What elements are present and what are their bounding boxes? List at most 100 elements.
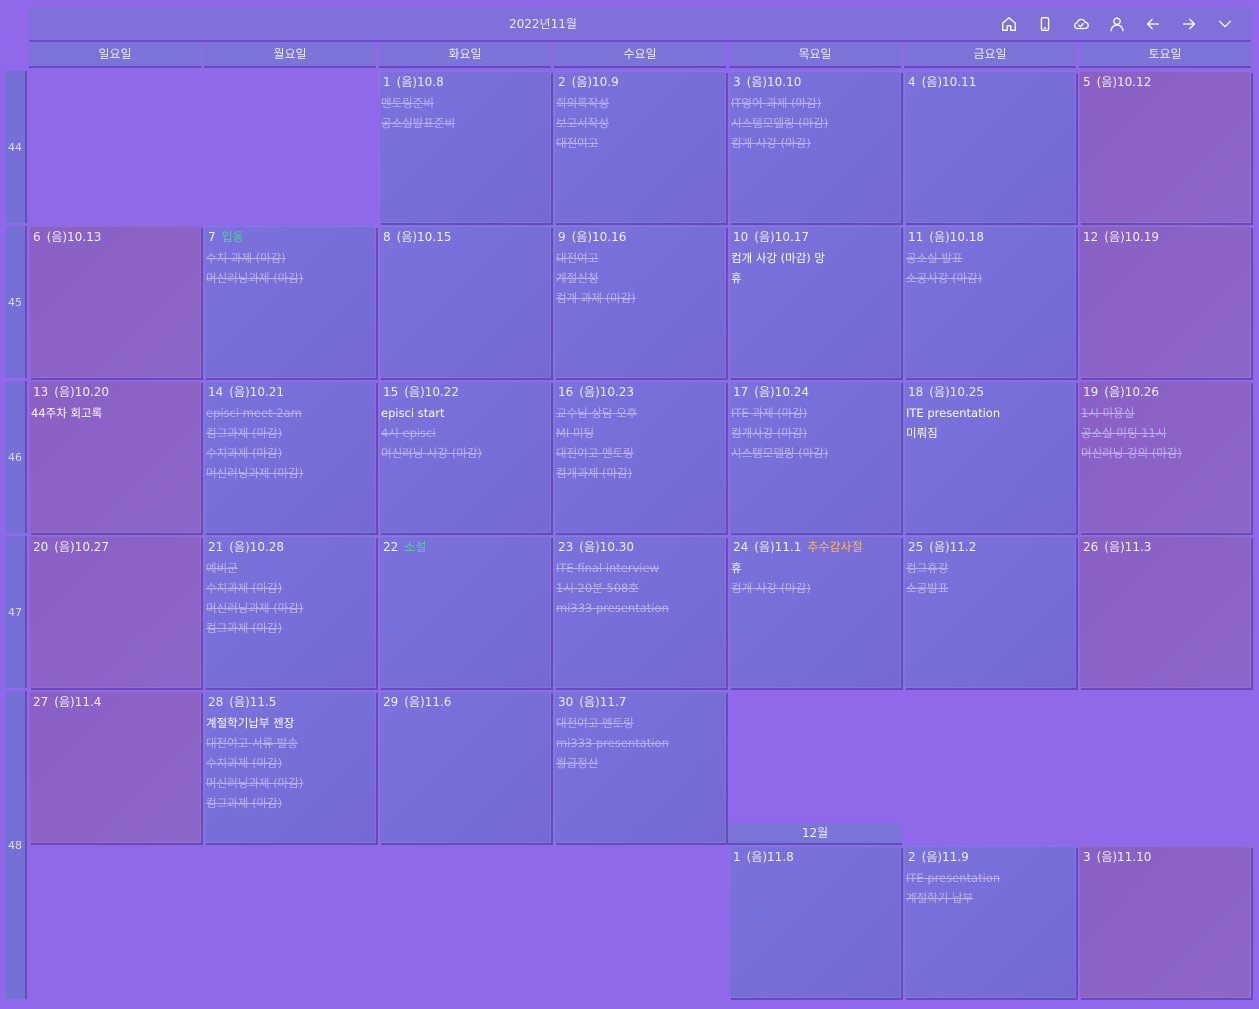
day-cell[interactable]: 12 (음)10.19 [1079, 226, 1251, 378]
event-item[interactable]: 공소실 미팅 11시 [1081, 423, 1249, 443]
day-cell[interactable]: 4 (음)10.11 [904, 71, 1076, 223]
day-cell[interactable]: 6 (음)10.13 [29, 226, 201, 378]
event-item[interactable]: 대전여고 멘토링 [556, 713, 724, 733]
previous-month-button[interactable] [1135, 12, 1171, 36]
event-item[interactable]: 컴개 사강 (마감) [731, 133, 899, 153]
event-item[interactable]: 멘토링준비 [381, 93, 549, 113]
event-item[interactable]: 수치과제 (마감) [206, 578, 374, 598]
event-item[interactable]: 4시 episci [381, 423, 549, 443]
event-item[interactable]: 컴그휴강 [906, 558, 1074, 578]
day-cell[interactable]: 21 (음)10.28 예비군 수치과제 (마감) 머신러닝과제 (마감) 컴그과제 (마… [204, 536, 376, 688]
event-item[interactable]: 머신러닝과제 (마감) [206, 598, 374, 618]
event-item[interactable]: 휴 [731, 268, 899, 288]
event-item[interactable]: 머신러닝과제 (마감) [206, 463, 374, 483]
day-cell[interactable]: 25 (음)11.2 컴그휴강 소공발표 [904, 536, 1076, 688]
event-item[interactable]: 소공발표 [906, 578, 1074, 598]
event-item[interactable]: 컴그과제 (마감) [206, 423, 374, 443]
day-cell[interactable]: 16 (음)10.23 교수님 상담 오후 MI 미팅 대전여고 멘토링 컴개과제 (마감… [554, 381, 726, 533]
event-item[interactable]: ITE final interview [556, 558, 724, 578]
event-item[interactable]: mi333 presentation [556, 733, 724, 753]
day-cell[interactable]: 14 (음)10.21 episci meet 2am 컴그과제 (마감) 수치과제 (… [204, 381, 376, 533]
next-month-button[interactable] [1171, 12, 1207, 36]
day-cell[interactable]: 2 (음)11.9 ITE presentation 계절학기 납부 [904, 846, 1076, 998]
day-cell[interactable]: 3 (음)11.10 [1079, 846, 1251, 998]
day-cell[interactable]: 2 (음)10.9 회의록작성 보고서작성 대전여고 [554, 71, 726, 223]
event-item[interactable]: 대전여고 서류 발송 [206, 733, 374, 753]
event-item[interactable]: 컴개 사강 (마감) [731, 578, 899, 598]
day-cell[interactable]: 7 입동 수치 과제 (마감) 머신러닝과제 (마감) [204, 226, 376, 378]
event-item[interactable]: 머신러닝 강의 (마감) [1081, 443, 1249, 463]
sync-button[interactable] [1063, 12, 1099, 36]
week-number[interactable]: 47 [5, 536, 25, 688]
account-button[interactable] [1099, 12, 1135, 36]
event-item[interactable]: episci start [381, 403, 549, 423]
day-cell[interactable]: 18 (음)10.25 ITE presentation 미뤄짐 [904, 381, 1076, 533]
event-item[interactable]: 수치과제 (마감) [206, 753, 374, 773]
event-item[interactable]: ITE presentation [906, 403, 1074, 423]
event-item[interactable]: 대전여고 [556, 133, 724, 153]
event-item[interactable]: 컴개 사강 (마감) 망 [731, 248, 899, 268]
event-item[interactable]: 컴그과제 (마감) [206, 618, 374, 638]
day-cell[interactable]: 28 (음)11.5 계절학기납부 젠장 대전여고 서류 발송 수치과제 (마감) 머신러… [204, 691, 376, 843]
day-cell[interactable]: 19 (음)10.26 1시 미용실 공소실 미팅 11시 머신러닝 강의 (마감) [1079, 381, 1251, 533]
event-item[interactable]: 1시 미용실 [1081, 403, 1249, 423]
event-item[interactable]: mi333 presentation [556, 598, 724, 618]
day-cell[interactable]: 20 (음)10.27 [29, 536, 201, 688]
event-item[interactable]: 공소실 발표 [906, 248, 1074, 268]
day-cell[interactable]: 8 (음)10.15 [379, 226, 551, 378]
day-cell[interactable]: 30 (음)11.7 대전여고 멘토링 mi333 presentation 월급정산 [554, 691, 726, 843]
event-item[interactable]: 미뤄짐 [906, 423, 1074, 443]
event-item[interactable]: 수치 과제 (마감) [206, 248, 374, 268]
event-item[interactable]: 계절학기 납부 [906, 888, 1074, 908]
event-item[interactable]: 회의록작성 [556, 93, 724, 113]
day-cell[interactable]: 1 (음)11.8 [729, 846, 901, 998]
event-item[interactable]: 보고서작성 [556, 113, 724, 133]
event-item[interactable]: 시스템모델링 (마감) [731, 113, 899, 133]
event-item[interactable]: 대전여고 멘토링 [556, 443, 724, 463]
event-item[interactable]: 대전여고 [556, 248, 724, 268]
week-number[interactable]: 48 [5, 691, 25, 999]
day-cell[interactable]: 9 (음)10.16 대전여고 계절신청 컴개 과제 (마감) [554, 226, 726, 378]
event-item[interactable]: 계절신청 [556, 268, 724, 288]
event-item[interactable]: 머신러닝 사강 (마감) [381, 443, 549, 463]
event-item[interactable]: 컴개과제 (마감) [556, 463, 724, 483]
day-cell[interactable]: 29 (음)11.6 [379, 691, 551, 843]
event-item[interactable]: 1시 20분 508호 [556, 578, 724, 598]
event-item[interactable]: ITE presentation [906, 868, 1074, 888]
day-cell[interactable]: 27 (음)11.4 [29, 691, 201, 843]
phone-button[interactable] [1027, 12, 1063, 36]
event-item[interactable]: 컴그과제 (마감) [206, 793, 374, 813]
event-item[interactable]: 휴 [731, 558, 899, 578]
event-item[interactable]: 머신러닝과제 (마감) [206, 268, 374, 288]
day-cell[interactable]: 24 (음)11.1 추수감사절 휴 컴개 사강 (마감) [729, 536, 901, 688]
week-number[interactable]: 44 [5, 71, 25, 223]
event-item[interactable]: 월급정산 [556, 753, 724, 773]
event-item[interactable]: 44주차 회고록 [31, 403, 199, 423]
day-cell[interactable]: 26 (음)11.3 [1079, 536, 1251, 688]
day-cell[interactable]: 3 (음)10.10 IT영어 과제 (마감) 시스템모델링 (마감) 컴개 사강 (마… [729, 71, 901, 223]
day-cell[interactable]: 11 (음)10.18 공소실 발표 소공사강 (마감) [904, 226, 1076, 378]
event-item[interactable]: 계절학기납부 젠장 [206, 713, 374, 733]
day-cell[interactable]: 23 (음)10.30 ITE final interview 1시 20분 508호… [554, 536, 726, 688]
day-cell[interactable]: 5 (음)10.12 [1079, 71, 1251, 223]
event-item[interactable]: 컴개 과제 (마감) [556, 288, 724, 308]
event-item[interactable]: 컴개사강 (마감) [731, 423, 899, 443]
day-cell[interactable]: 13 (음)10.20 44주차 회고록 [29, 381, 201, 533]
day-cell[interactable]: 10 (음)10.17 컴개 사강 (마감) 망휴 [729, 226, 901, 378]
event-item[interactable]: episci meet 2am [206, 403, 374, 423]
day-cell[interactable]: 15 (음)10.22 episci start 4시 episci 머신러닝 사강 (… [379, 381, 551, 533]
event-item[interactable]: 머신러닝과제 (마감) [206, 773, 374, 793]
expand-menu-button[interactable] [1207, 12, 1243, 36]
week-number[interactable]: 46 [5, 381, 25, 533]
event-item[interactable]: ITE 과제 (마감) [731, 403, 899, 423]
event-item[interactable]: 시스템모델링 (마감) [731, 443, 899, 463]
event-item[interactable]: 소공사강 (마감) [906, 268, 1074, 288]
day-cell[interactable]: 17 (음)10.24 ITE 과제 (마감) 컴개사강 (마감) 시스템모델링 (마감… [729, 381, 901, 533]
event-item[interactable]: 공소실발표준비 [381, 113, 549, 133]
week-number[interactable]: 45 [5, 226, 25, 378]
event-item[interactable]: IT영어 과제 (마감) [731, 93, 899, 113]
event-item[interactable]: 예비군 [206, 558, 374, 578]
day-cell[interactable]: 22 소설 [379, 536, 551, 688]
day-cell[interactable]: 1 (음)10.8 멘토링준비 공소실발표준비 [379, 71, 551, 223]
event-item[interactable]: 교수님 상담 오후 [556, 403, 724, 423]
